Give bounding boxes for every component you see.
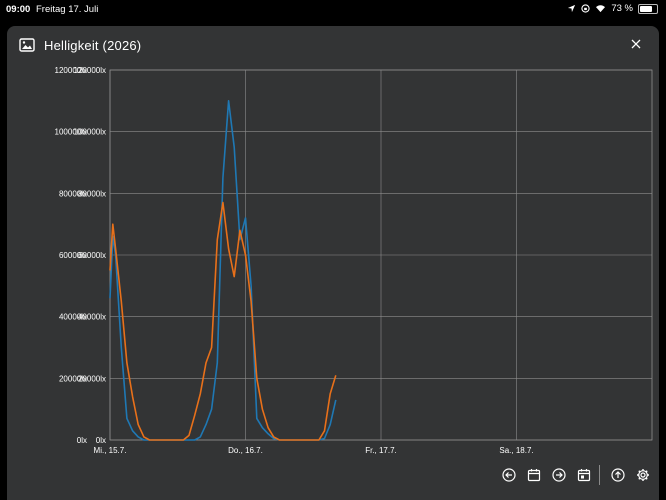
x-tick-label: Fr., 17.7.: [365, 446, 397, 455]
y-tick-label: 120000lx: [74, 66, 106, 75]
today-button[interactable]: [571, 464, 596, 486]
chart-dialog: Helligkeit (2026) 0lx 0lx 20000lx 20000lx 40…: [7, 26, 659, 500]
battery-percent: 73 %: [611, 3, 633, 14]
status-bar: 09:00 Freitag 17. Juli 73 %: [0, 0, 666, 20]
y-tick-label: 40000lx: [78, 313, 106, 322]
chart-toolbar: [496, 464, 655, 486]
dialog-header: Helligkeit (2026): [7, 26, 659, 66]
y-tick-label: 60000lx: [78, 251, 106, 260]
location-icon: [568, 4, 576, 13]
wifi-icon: [596, 5, 606, 13]
status-time: 09:00: [6, 4, 31, 15]
y-tick-label: 0lx: [96, 436, 106, 445]
dialog-title: Helligkeit (2026): [44, 38, 142, 53]
x-tick-label: Do., 16.7.: [228, 446, 263, 455]
y-tick-label: 80000lx: [78, 189, 106, 198]
lock-rotation-icon: [581, 4, 590, 13]
calendar-icon: [527, 469, 540, 482]
y-tick-label-left: 0lx: [77, 436, 87, 445]
image-icon: [19, 38, 35, 52]
y-tick-label: 20000lx: [78, 374, 106, 383]
battery-icon: [638, 3, 658, 14]
x-tick-label: Mi., 15.7.: [94, 446, 127, 455]
calendar-button[interactable]: [521, 464, 546, 486]
brightness-chart: 0lx 0lx20000lx20000lx40000lx40000lx60000l…: [55, 66, 653, 455]
next-icon: [551, 468, 566, 482]
series-line-1: [109, 99, 337, 441]
gear-icon: [636, 469, 649, 481]
series-line-2: [109, 201, 337, 441]
close-icon[interactable]: [629, 37, 643, 51]
toolbar-separator: [599, 465, 600, 485]
previous-button[interactable]: [496, 464, 521, 486]
next-button[interactable]: [546, 464, 571, 486]
calendar-today-icon: [577, 469, 590, 482]
upload-icon: [610, 468, 625, 482]
x-tick-label: Sa., 18.7.: [499, 446, 533, 455]
settings-button[interactable]: [630, 464, 655, 486]
previous-icon: [501, 468, 516, 482]
export-button[interactable]: [605, 464, 630, 486]
status-date: Freitag 17. Juli: [36, 4, 99, 15]
y-tick-label: 100000lx: [74, 128, 106, 137]
status-indicators: 73 %: [567, 3, 658, 14]
